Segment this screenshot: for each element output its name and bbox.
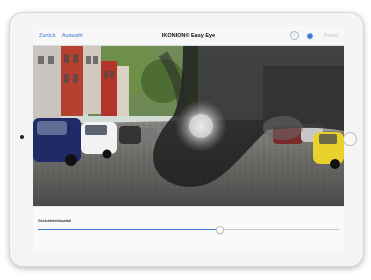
select-button[interactable]: Auswahl: [62, 33, 83, 39]
back-button[interactable]: Zurück: [39, 33, 56, 39]
home-button[interactable]: [343, 132, 357, 146]
nav-actions: i Reset: [289, 26, 341, 45]
navigation-bar: Zurück Auswahl IKONION® Easy Eye i Reset: [33, 26, 344, 46]
reset-button[interactable]: Reset: [324, 33, 338, 39]
gear-icon[interactable]: [306, 32, 314, 40]
app-screen: Zurück Auswahl IKONION® Easy Eye i Reset: [33, 26, 344, 252]
info-icon[interactable]: i: [289, 31, 299, 40]
slider-fill: [38, 229, 219, 230]
simulation-view: [33, 46, 344, 206]
control-panel: Gesichtsfeldausfall: [33, 206, 344, 252]
slider-label: Gesichtsfeldausfall: [38, 219, 71, 223]
tablet-frame: Zurück Auswahl IKONION® Easy Eye i Reset: [9, 12, 364, 267]
front-camera: [20, 135, 24, 139]
visual-field-slider[interactable]: [38, 226, 339, 234]
app-title: IKONION® Easy Eye: [161, 32, 216, 39]
slider-thumb[interactable]: [215, 226, 224, 234]
